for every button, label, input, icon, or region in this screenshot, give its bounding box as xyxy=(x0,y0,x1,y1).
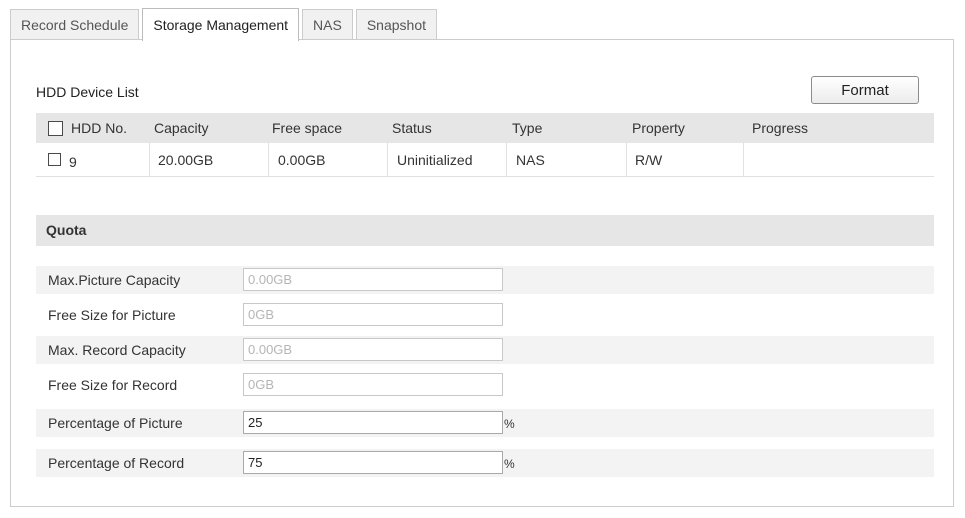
percentage-of-record-label: Percentage of Record xyxy=(48,455,185,471)
table-row[interactable]: 9 20.00GB 0.00GB Uninitialized NAS R/W xyxy=(36,143,934,177)
quota-title: Quota xyxy=(46,222,87,238)
type-header: Type xyxy=(512,120,543,136)
percentage-of-picture-input[interactable] xyxy=(243,411,503,434)
hdd-no-header: HDD No. xyxy=(48,113,127,143)
free-space-header: Free space xyxy=(272,120,343,136)
quota-row-free-size-record: Free Size for Record xyxy=(36,371,934,399)
hdd-no-header-label: HDD No. xyxy=(71,120,128,136)
capacity-cell: 20.00GB xyxy=(150,143,269,176)
max-record-capacity-label: Max. Record Capacity xyxy=(48,342,186,358)
quota-row-max-picture-capacity: Max.Picture Capacity xyxy=(36,266,934,294)
tab-storage-management[interactable]: Storage Management xyxy=(142,8,300,41)
quota-row-percentage-record: Percentage of Record % xyxy=(36,449,934,477)
quota-row-percentage-picture: Percentage of Picture % xyxy=(36,409,934,437)
free-size-record-label: Free Size for Record xyxy=(48,377,178,393)
property-cell: R/W xyxy=(627,143,744,176)
status-header: Status xyxy=(392,120,432,136)
hdd-no-cell: 9 xyxy=(36,143,150,176)
quota-section-header: Quota xyxy=(36,215,934,246)
percentage-of-record-input[interactable] xyxy=(243,451,503,474)
max-picture-capacity-label: Max.Picture Capacity xyxy=(48,272,181,288)
percentage-of-picture-label: Percentage of Picture xyxy=(48,415,183,431)
percentage-of-picture-unit: % xyxy=(504,417,515,431)
max-record-capacity-input xyxy=(243,338,503,361)
property-header: Property xyxy=(632,120,685,136)
free-space-cell: 0.00GB xyxy=(269,143,388,176)
hdd-row-checkbox[interactable] xyxy=(48,153,61,166)
free-size-record-input xyxy=(243,373,503,396)
quota-row-free-size-picture: Free Size for Picture xyxy=(36,301,934,329)
tab-nas[interactable]: NAS xyxy=(302,9,353,40)
progress-cell xyxy=(744,143,934,176)
percentage-of-record-unit: % xyxy=(504,457,515,471)
tab-record-schedule[interactable]: Record Schedule xyxy=(10,9,140,40)
type-cell: NAS xyxy=(507,143,627,176)
progress-header: Progress xyxy=(752,120,809,136)
quota-row-max-record-capacity: Max. Record Capacity xyxy=(36,336,934,364)
max-picture-capacity-input xyxy=(243,268,503,291)
tab-snapshot[interactable]: Snapshot xyxy=(355,9,438,40)
status-cell: Uninitialized xyxy=(388,143,507,176)
hdd-no-value: 9 xyxy=(69,153,77,170)
capacity-header: Capacity xyxy=(154,120,209,136)
free-size-picture-input xyxy=(243,303,503,326)
hdd-table-header: HDD No. Capacity Free space Status Type … xyxy=(36,113,934,143)
tab-bar: Record Schedule Storage Management NAS S… xyxy=(10,8,440,41)
hdd-device-list-title: HDD Device List xyxy=(36,84,139,100)
format-button[interactable]: Format xyxy=(811,76,919,104)
free-size-picture-label: Free Size for Picture xyxy=(48,307,176,323)
select-all-checkbox[interactable] xyxy=(48,120,63,136)
